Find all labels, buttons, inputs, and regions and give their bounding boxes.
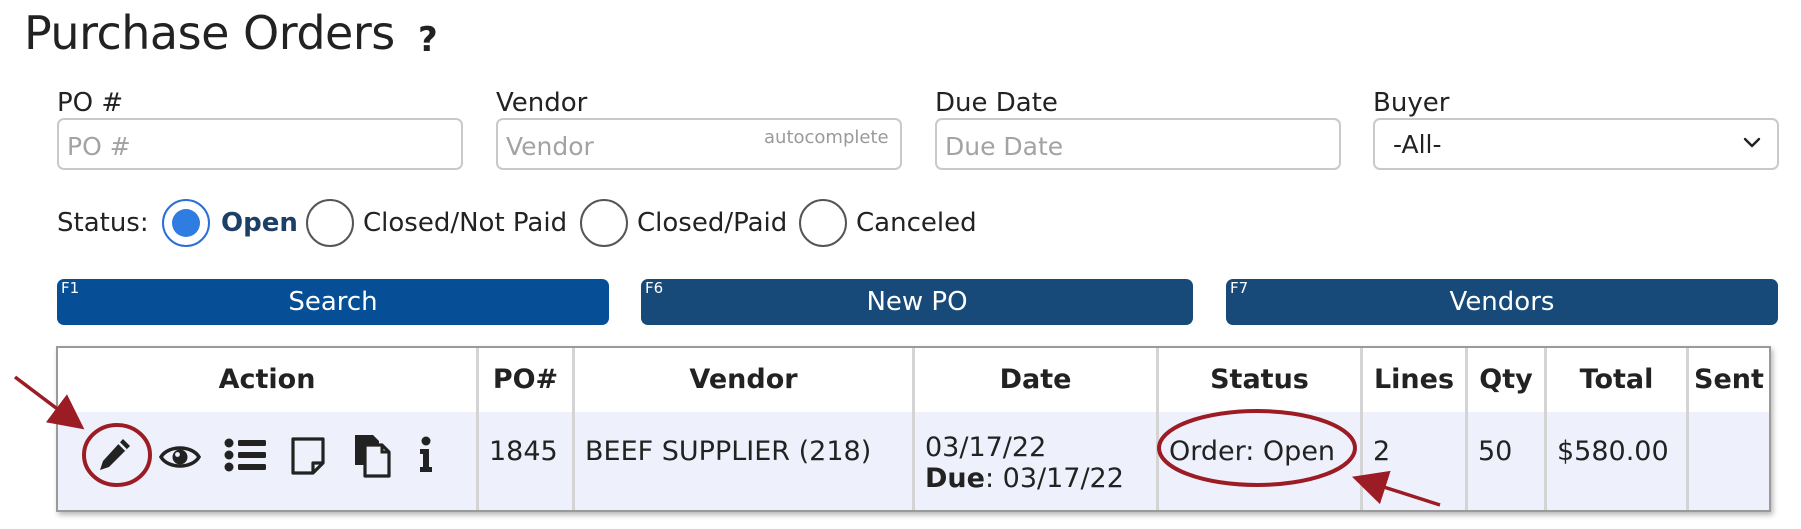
header-lines[interactable]: Lines (1363, 348, 1468, 412)
search-button-label: Search (288, 287, 378, 317)
new-po-button-label: New PO (866, 287, 968, 317)
header-sent[interactable]: Sent (1689, 348, 1769, 412)
buyer-selected-value: -All- (1393, 130, 1442, 159)
header-qty[interactable]: Qty (1468, 348, 1547, 412)
buyer-select[interactable]: -All- (1373, 118, 1779, 170)
table-row: 1845 BEEF SUPPLIER (218) 03/17/22 Due: 0… (58, 412, 1769, 510)
buyer-label: Buyer (1373, 88, 1450, 118)
vendor-cell: BEEF SUPPLIER (218) (575, 412, 915, 510)
list-icon[interactable] (224, 435, 268, 475)
vendor-label: Vendor (496, 88, 588, 118)
purchase-orders-table: Action PO# Vendor Date Status Lines Qty … (56, 346, 1771, 512)
date-cell: 03/17/22 Due: 03/17/22 (915, 412, 1159, 510)
page-title: Purchase Orders (24, 6, 395, 60)
header-status[interactable]: Status (1159, 348, 1363, 412)
vendors-shortcut-key: F7 (1230, 279, 1249, 297)
vendors-button-label: Vendors (1449, 287, 1555, 317)
due-date-line: Due: 03/17/22 (925, 463, 1156, 494)
status-radio-canceled[interactable] (799, 199, 847, 247)
status-option-closed-not-paid-label[interactable]: Closed/Not Paid (363, 208, 567, 238)
header-date[interactable]: Date (915, 348, 1159, 412)
order-date: 03/17/22 (925, 432, 1047, 463)
qty-cell: 50 (1468, 412, 1547, 510)
status-radio-open[interactable] (162, 199, 210, 247)
po-number-label: PO # (57, 88, 124, 118)
status-radio-closed-not-paid[interactable] (306, 199, 354, 247)
header-po-number[interactable]: PO# (479, 348, 575, 412)
status-option-canceled-label[interactable]: Canceled (856, 208, 977, 238)
status-label: Status: (57, 208, 149, 238)
status-option-open-label[interactable]: Open (221, 208, 298, 238)
due-date-label: Due Date (935, 88, 1058, 118)
info-icon[interactable] (416, 435, 436, 475)
status-option-closed-paid-label[interactable]: Closed/Paid (637, 208, 787, 238)
note-icon[interactable] (289, 435, 327, 477)
header-total[interactable]: Total (1547, 348, 1689, 412)
lines-cell: 2 (1363, 412, 1468, 510)
pencil-edit-icon[interactable] (96, 435, 134, 477)
action-cell (58, 412, 479, 510)
due-date-value: 03/17/22 (1002, 463, 1124, 494)
po-number-input[interactable] (57, 118, 463, 170)
due-date-separator: : (984, 463, 1003, 494)
copy-icon[interactable] (351, 432, 393, 478)
status-cell: Order: Open (1159, 412, 1363, 510)
due-date-input[interactable] (935, 118, 1341, 170)
eye-view-icon[interactable] (158, 440, 202, 474)
po-number-cell[interactable]: 1845 (479, 412, 575, 510)
help-icon[interactable]: ? (418, 20, 438, 60)
due-date-prefix: Due (925, 463, 985, 494)
sent-cell (1689, 412, 1769, 510)
search-shortcut-key: F1 (61, 279, 80, 297)
total-cell: $580.00 (1547, 412, 1689, 510)
autocomplete-hint: autocomplete (764, 127, 889, 148)
header-action: Action (58, 348, 479, 412)
vendors-button[interactable]: F7 Vendors (1226, 279, 1778, 325)
new-po-button[interactable]: F6 New PO (641, 279, 1193, 325)
header-vendor[interactable]: Vendor (575, 348, 915, 412)
new-po-shortcut-key: F6 (645, 279, 664, 297)
status-radio-closed-paid[interactable] (580, 199, 628, 247)
chevron-down-icon (1743, 137, 1761, 148)
search-button[interactable]: F1 Search (57, 279, 609, 325)
